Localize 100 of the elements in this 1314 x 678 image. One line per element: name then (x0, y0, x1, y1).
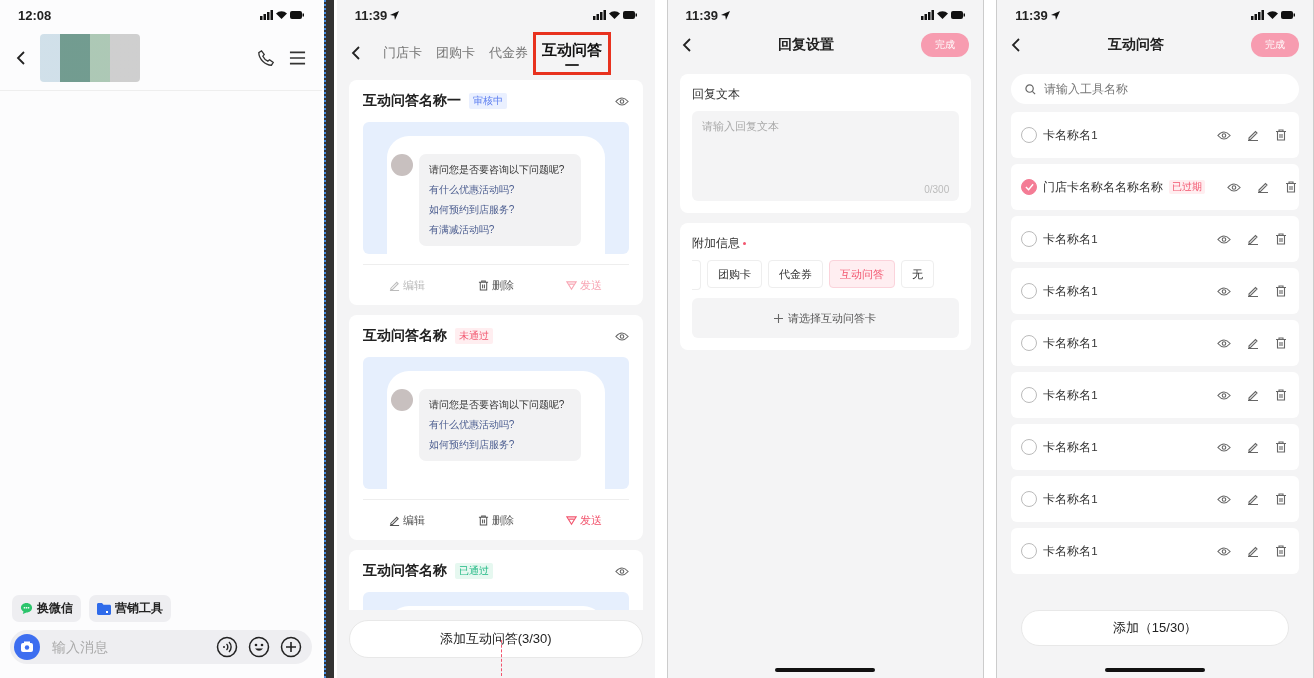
item-name: 卡名称名1 (1043, 335, 1098, 351)
message-input[interactable]: 输入消息 (50, 638, 206, 656)
question-option[interactable]: 有满减活动吗? (428, 220, 571, 240)
trash-icon[interactable] (1275, 129, 1287, 141)
eye-icon[interactable] (1217, 285, 1231, 297)
search-bar[interactable]: 请输入工具名称 (1011, 74, 1299, 104)
status-icons (592, 9, 637, 21)
card-list-item[interactable]: 卡名称名1 (1011, 320, 1299, 366)
item-name: 卡名称名1 (1043, 231, 1098, 247)
char-counter: 0/300 (924, 184, 950, 195)
voice-icon[interactable] (215, 636, 238, 658)
status-time: 12:08 (18, 7, 52, 23)
card-list-item[interactable]: 门店卡名称名名称名称 已过期 (1011, 164, 1299, 210)
edit-icon[interactable] (1247, 129, 1259, 141)
tab[interactable]: 互动问答 (535, 34, 608, 72)
avatar-placeholder (390, 154, 413, 176)
item-name: 卡名称名1 (1043, 491, 1098, 507)
eye-icon[interactable] (1227, 181, 1242, 193)
question-text: 请问您是否要咨询以下问题呢? (428, 398, 566, 412)
question-option[interactable]: 如何预约到店服务? (428, 435, 571, 455)
edit-icon[interactable] (1247, 545, 1259, 557)
item-name: 卡名称名1 (1043, 283, 1098, 299)
trash-icon[interactable] (1275, 493, 1287, 505)
question-text: 请问您是否要咨询以下问题呢? (428, 163, 566, 177)
card-list-item[interactable]: 卡名称名1 (1011, 424, 1299, 470)
send-icon (566, 514, 578, 526)
edit-icon[interactable] (1247, 337, 1259, 349)
trash-icon[interactable] (1275, 337, 1287, 349)
edit-button[interactable]: 编辑 (383, 511, 432, 529)
eye-icon[interactable] (614, 95, 629, 107)
eye-icon[interactable] (1217, 545, 1231, 557)
card-list-item[interactable]: 卡名称名1 (1011, 528, 1299, 574)
back-icon[interactable] (350, 45, 361, 61)
trash-icon[interactable] (1275, 441, 1287, 453)
trash-icon[interactable] (1275, 233, 1287, 245)
eye-icon[interactable] (1217, 233, 1231, 245)
search-field[interactable]: 请输入工具名称 (1042, 81, 1285, 97)
trash-icon[interactable] (1275, 389, 1287, 401)
option-chip[interactable]: 代金券 (767, 260, 823, 288)
eye-icon[interactable] (1217, 441, 1231, 453)
send-button[interactable]: 发送 (560, 511, 609, 529)
card-list-item[interactable]: 卡名称名1 (1011, 476, 1299, 522)
plus-icon[interactable] (279, 636, 302, 658)
edit-icon[interactable] (1247, 233, 1259, 245)
back-icon[interactable] (681, 37, 692, 53)
status-badge: 未通过 (454, 328, 493, 344)
quick-action-chip[interactable]: 换微信 (12, 595, 81, 622)
tab[interactable]: 门店卡 (376, 36, 428, 70)
question-option[interactable]: 有什么优惠活动吗? (428, 180, 571, 200)
edit-icon[interactable] (1247, 493, 1259, 505)
card-list-item[interactable]: 卡名称名1 (1011, 372, 1299, 418)
trash-icon[interactable] (1275, 545, 1287, 557)
radio-button[interactable] (1021, 179, 1038, 195)
eye-icon[interactable] (1217, 337, 1231, 349)
card-list-item[interactable]: 卡名称名1 (1011, 216, 1299, 262)
camera-icon[interactable] (14, 634, 40, 660)
tab[interactable]: 团购卡 (429, 36, 481, 70)
item-name: 卡名称名1 (1043, 543, 1098, 559)
edit-icon[interactable] (1247, 285, 1259, 297)
delete-button[interactable]: 删除 (471, 276, 520, 294)
status-time: 11:39 (354, 7, 388, 23)
delete-button[interactable]: 删除 (471, 511, 520, 529)
phone-icon[interactable] (256, 49, 275, 67)
avatar-placeholder (390, 389, 413, 411)
back-icon[interactable] (16, 50, 26, 66)
question-option[interactable]: 如何预约到店服务? (428, 200, 571, 220)
eye-icon[interactable] (614, 565, 629, 577)
reply-text-field[interactable]: 请输入回复文本 (701, 119, 950, 179)
item-name: 卡名称名1 (1043, 439, 1098, 455)
quick-action-chip[interactable]: 营销工具 (89, 595, 171, 622)
option-chip[interactable]: 团购卡 (706, 260, 762, 288)
option-chip[interactable]: 无 (900, 260, 934, 288)
back-icon[interactable] (1011, 37, 1022, 53)
edit-icon[interactable] (1257, 181, 1270, 193)
tab[interactable]: 代金券 (482, 36, 534, 70)
card-list-item[interactable]: 卡名称名1 (1011, 112, 1299, 158)
edit-icon[interactable] (1247, 389, 1259, 401)
chat-bubble-icon (20, 602, 33, 615)
trash-icon[interactable] (1275, 285, 1287, 297)
eye-icon[interactable] (1217, 129, 1231, 141)
card-list-item[interactable]: 卡名称名1 (1011, 268, 1299, 314)
add-qa-button[interactable]: 添加互动问答(3/30) (348, 620, 643, 658)
eye-icon[interactable] (614, 330, 629, 342)
status-icons (259, 9, 304, 21)
menu-icon[interactable] (288, 50, 306, 66)
send-icon (566, 279, 578, 291)
pencil-icon (389, 279, 401, 291)
question-option[interactable]: 有什么优惠活动吗? (428, 415, 571, 435)
trash-icon[interactable] (1285, 181, 1298, 193)
eye-icon[interactable] (1217, 493, 1231, 505)
select-card-button[interactable]: 请选择互动问答卡 (691, 298, 960, 338)
location-arrow-icon (390, 10, 400, 20)
status-badge: 审核中 (468, 93, 507, 109)
eye-icon[interactable] (1217, 389, 1231, 401)
trash-icon (477, 514, 489, 526)
add-button[interactable]: 添加（15/30） (1021, 610, 1289, 646)
edit-icon[interactable] (1247, 441, 1259, 453)
emoji-icon[interactable] (247, 636, 270, 658)
message-input-bar[interactable]: 输入消息 (10, 630, 312, 664)
status-time: 11:39 (685, 7, 719, 23)
